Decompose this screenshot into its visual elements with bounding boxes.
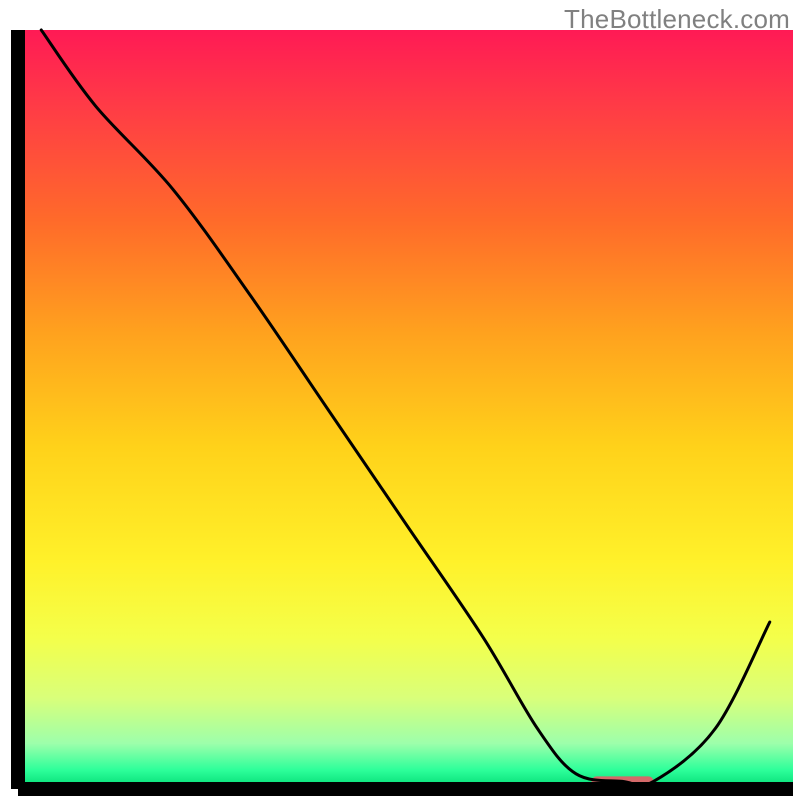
bottleneck-chart: [0, 0, 800, 800]
gradient-background: [18, 30, 793, 789]
chart-container: { "watermark": "TheBottleneck.com", "cha…: [0, 0, 800, 800]
